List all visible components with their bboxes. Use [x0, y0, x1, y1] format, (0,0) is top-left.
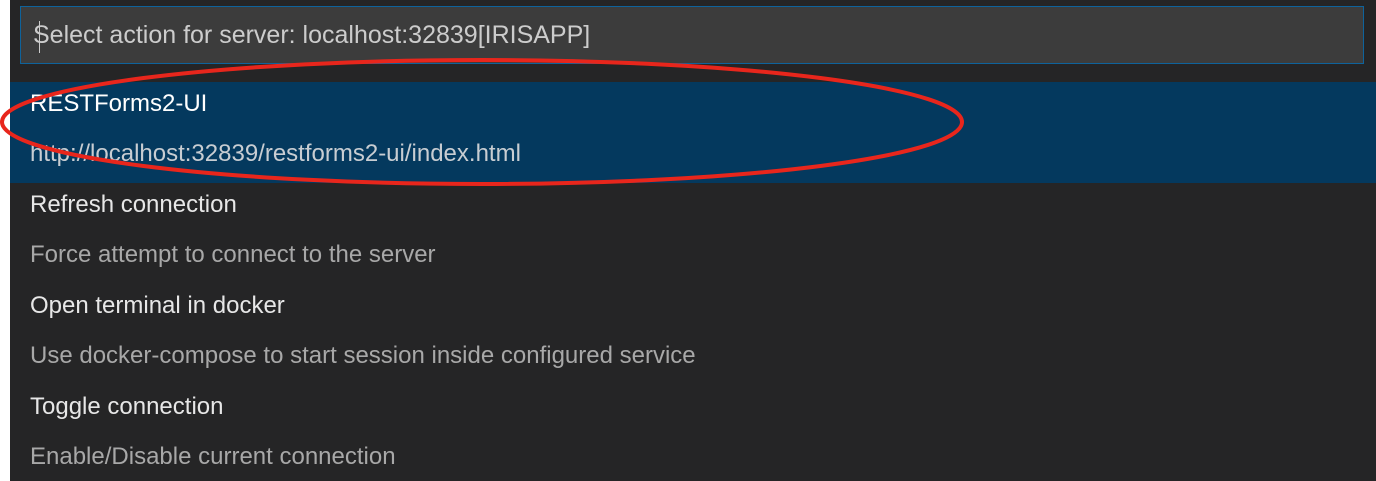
quick-pick-item-restforms2-ui[interactable]: RESTForms2-UI http://localhost:32839/res… — [10, 82, 1376, 183]
item-label: Toggle connection — [30, 393, 224, 420]
item-label: Open terminal in docker — [30, 292, 285, 319]
quick-pick-list: RESTForms2-UI http://localhost:32839/res… — [10, 82, 1376, 481]
text-caret — [39, 21, 40, 53]
item-detail: Use docker-compose to start session insi… — [30, 342, 696, 369]
quick-pick-filter-input[interactable] — [21, 7, 1363, 63]
item-detail: Enable/Disable current connection — [30, 443, 396, 470]
item-detail: http://localhost:32839/restforms2-ui/ind… — [30, 140, 521, 167]
item-label: Refresh connection — [30, 191, 237, 218]
quick-pick-item-toggle-connection[interactable]: Toggle connection Enable/Disable current… — [10, 385, 1376, 481]
item-detail: Force attempt to connect to the server — [30, 241, 436, 268]
quick-pick-input-box[interactable] — [20, 6, 1364, 64]
quick-pick-item-refresh-connection[interactable]: Refresh connection Force attempt to conn… — [10, 183, 1376, 284]
quick-pick-panel: RESTForms2-UI http://localhost:32839/res… — [10, 0, 1376, 481]
quick-pick-item-open-terminal-in-docker[interactable]: Open terminal in docker Use docker-compo… — [10, 284, 1376, 385]
item-label: RESTForms2-UI — [30, 90, 208, 117]
